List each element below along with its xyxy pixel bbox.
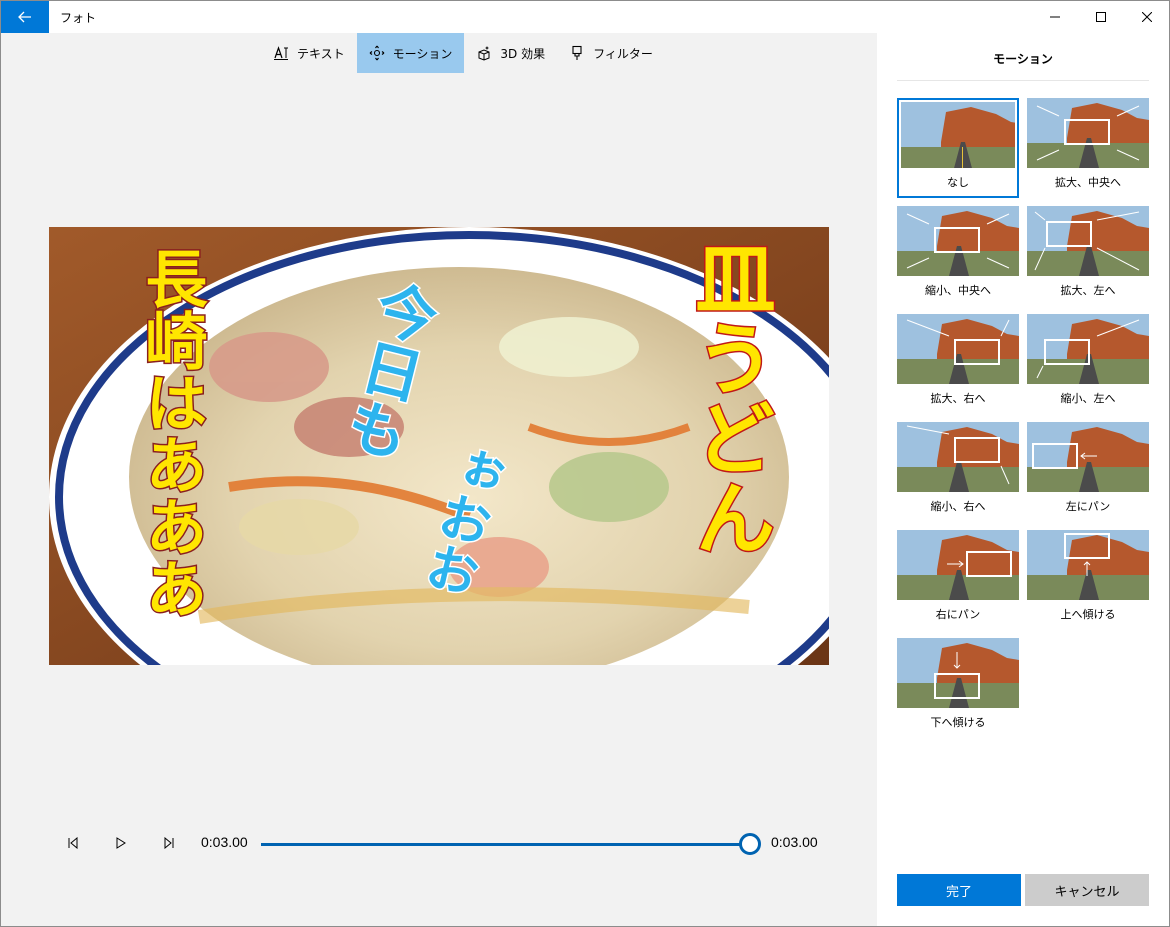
motion-option-zoom-out-right[interactable]: 縮小、右へ — [897, 422, 1019, 522]
done-button[interactable]: 完了 — [897, 874, 1021, 906]
back-arrow-icon — [17, 11, 31, 22]
tab-text-label: テキスト — [297, 46, 345, 61]
motion-thumbnail — [897, 422, 1019, 492]
cancel-button[interactable]: キャンセル — [1025, 874, 1149, 906]
motion-option-zoom-in-center[interactable]: 拡大、中央へ — [1027, 98, 1149, 198]
play-button[interactable] — [111, 833, 131, 853]
motion-thumbnail — [897, 314, 1019, 384]
motion-option-label: 縮小、左へ — [1060, 392, 1116, 405]
motion-option-label: なし — [947, 176, 969, 189]
motion-option-label: 拡大、中央へ — [1055, 176, 1121, 189]
motion-option-label: 右にパン — [935, 608, 981, 621]
motion-thumbnail — [1027, 206, 1149, 276]
motion-icon — [369, 45, 384, 61]
previous-frame-icon — [68, 837, 78, 849]
motion-option-label: 左にパン — [1065, 500, 1111, 513]
preview-text-left: 長崎はあああ — [135, 247, 208, 619]
current-time: 0:03.00 — [201, 834, 248, 850]
motion-option-zoom-in-right[interactable]: 拡大、右へ — [897, 314, 1019, 414]
back-button[interactable] — [0, 0, 49, 33]
next-frame-icon — [164, 837, 174, 849]
title-bar: フォト — [0, 0, 1170, 33]
tab-text[interactable]: テキスト — [261, 33, 357, 73]
text-icon — [274, 46, 288, 60]
filter-icon — [572, 45, 582, 60]
next-frame-button[interactable] — [159, 833, 179, 853]
motion-thumbnail — [1027, 314, 1149, 384]
end-time: 0:03.00 — [771, 834, 818, 850]
seek-track[interactable] — [261, 843, 749, 846]
motion-thumbnail — [897, 530, 1019, 600]
motion-thumbnail — [901, 102, 1015, 168]
motion-option-label: 上へ傾ける — [1060, 608, 1116, 621]
motion-option-zoom-out-center[interactable]: 縮小、中央へ — [897, 206, 1019, 306]
motion-option-label: 縮小、右へ — [930, 500, 986, 513]
tab-filter[interactable]: フィルター — [557, 33, 665, 73]
editor-area: テキスト モーション 3D 効果 フィルター 長崎はあああ 今日も ぉおお 皿う… — [1, 33, 876, 926]
video-preview: 長崎はあああ 今日も ぉおお 皿うどん — [49, 227, 829, 665]
maximize-icon — [1096, 11, 1106, 22]
motion-option-pan-right[interactable]: 右にパン — [897, 530, 1019, 630]
motion-thumbnail — [897, 638, 1019, 708]
seek-thumb[interactable] — [739, 833, 761, 855]
panel-divider — [897, 80, 1149, 81]
edit-toolbar: テキスト モーション 3D 効果 フィルター — [261, 33, 665, 73]
motion-option-zoom-in-left[interactable]: 拡大、左へ — [1027, 206, 1149, 306]
motion-option-label: 拡大、右へ — [930, 392, 986, 405]
playback-controls: 0:03.00 0:03.00 — [1, 828, 876, 858]
motion-option-label: 拡大、左へ — [1060, 284, 1116, 297]
motion-option-none[interactable]: なし — [897, 98, 1019, 198]
motion-option-label: 下へ傾ける — [930, 716, 986, 729]
motion-option-pan-left[interactable]: 左にパン — [1027, 422, 1149, 522]
previous-frame-button[interactable] — [63, 833, 83, 853]
maximize-button[interactable] — [1078, 0, 1124, 33]
motion-option-tilt-down[interactable]: 下へ傾ける — [897, 638, 1019, 738]
motion-option-zoom-out-left[interactable]: 縮小、左へ — [1027, 314, 1149, 414]
tab-3d-effects[interactable]: 3D 効果 — [464, 33, 557, 73]
motion-panel: モーション なし 拡大、中央へ 縮小、中央へ 拡大、左へ 拡大、右へ 縮小、左へ… — [877, 33, 1169, 926]
3d-effects-icon — [478, 46, 490, 61]
motion-thumbnail — [1027, 98, 1149, 168]
close-icon — [1142, 11, 1152, 22]
tab-motion[interactable]: モーション — [356, 33, 465, 73]
motion-option-label: 縮小、中央へ — [925, 284, 991, 297]
tab-motion-label: モーション — [392, 46, 453, 61]
close-button[interactable] — [1124, 0, 1170, 33]
tab-filter-label: フィルター — [593, 46, 653, 61]
motion-thumbnail — [1027, 422, 1149, 492]
motion-option-tilt-up[interactable]: 上へ傾ける — [1027, 530, 1149, 630]
motion-thumbnail — [897, 206, 1019, 276]
motion-thumbnail — [1027, 530, 1149, 600]
play-icon — [116, 837, 126, 849]
preview-image: 長崎はあああ 今日も ぉおお 皿うどん — [49, 227, 829, 665]
app-title: フォト — [60, 11, 97, 25]
minimize-icon — [1050, 16, 1060, 17]
panel-title: モーション — [993, 52, 1053, 66]
preview-text-right: 皿うどん — [683, 237, 776, 557]
minimize-button[interactable] — [1032, 0, 1078, 33]
tab-3d-effects-label: 3D 効果 — [500, 46, 546, 61]
